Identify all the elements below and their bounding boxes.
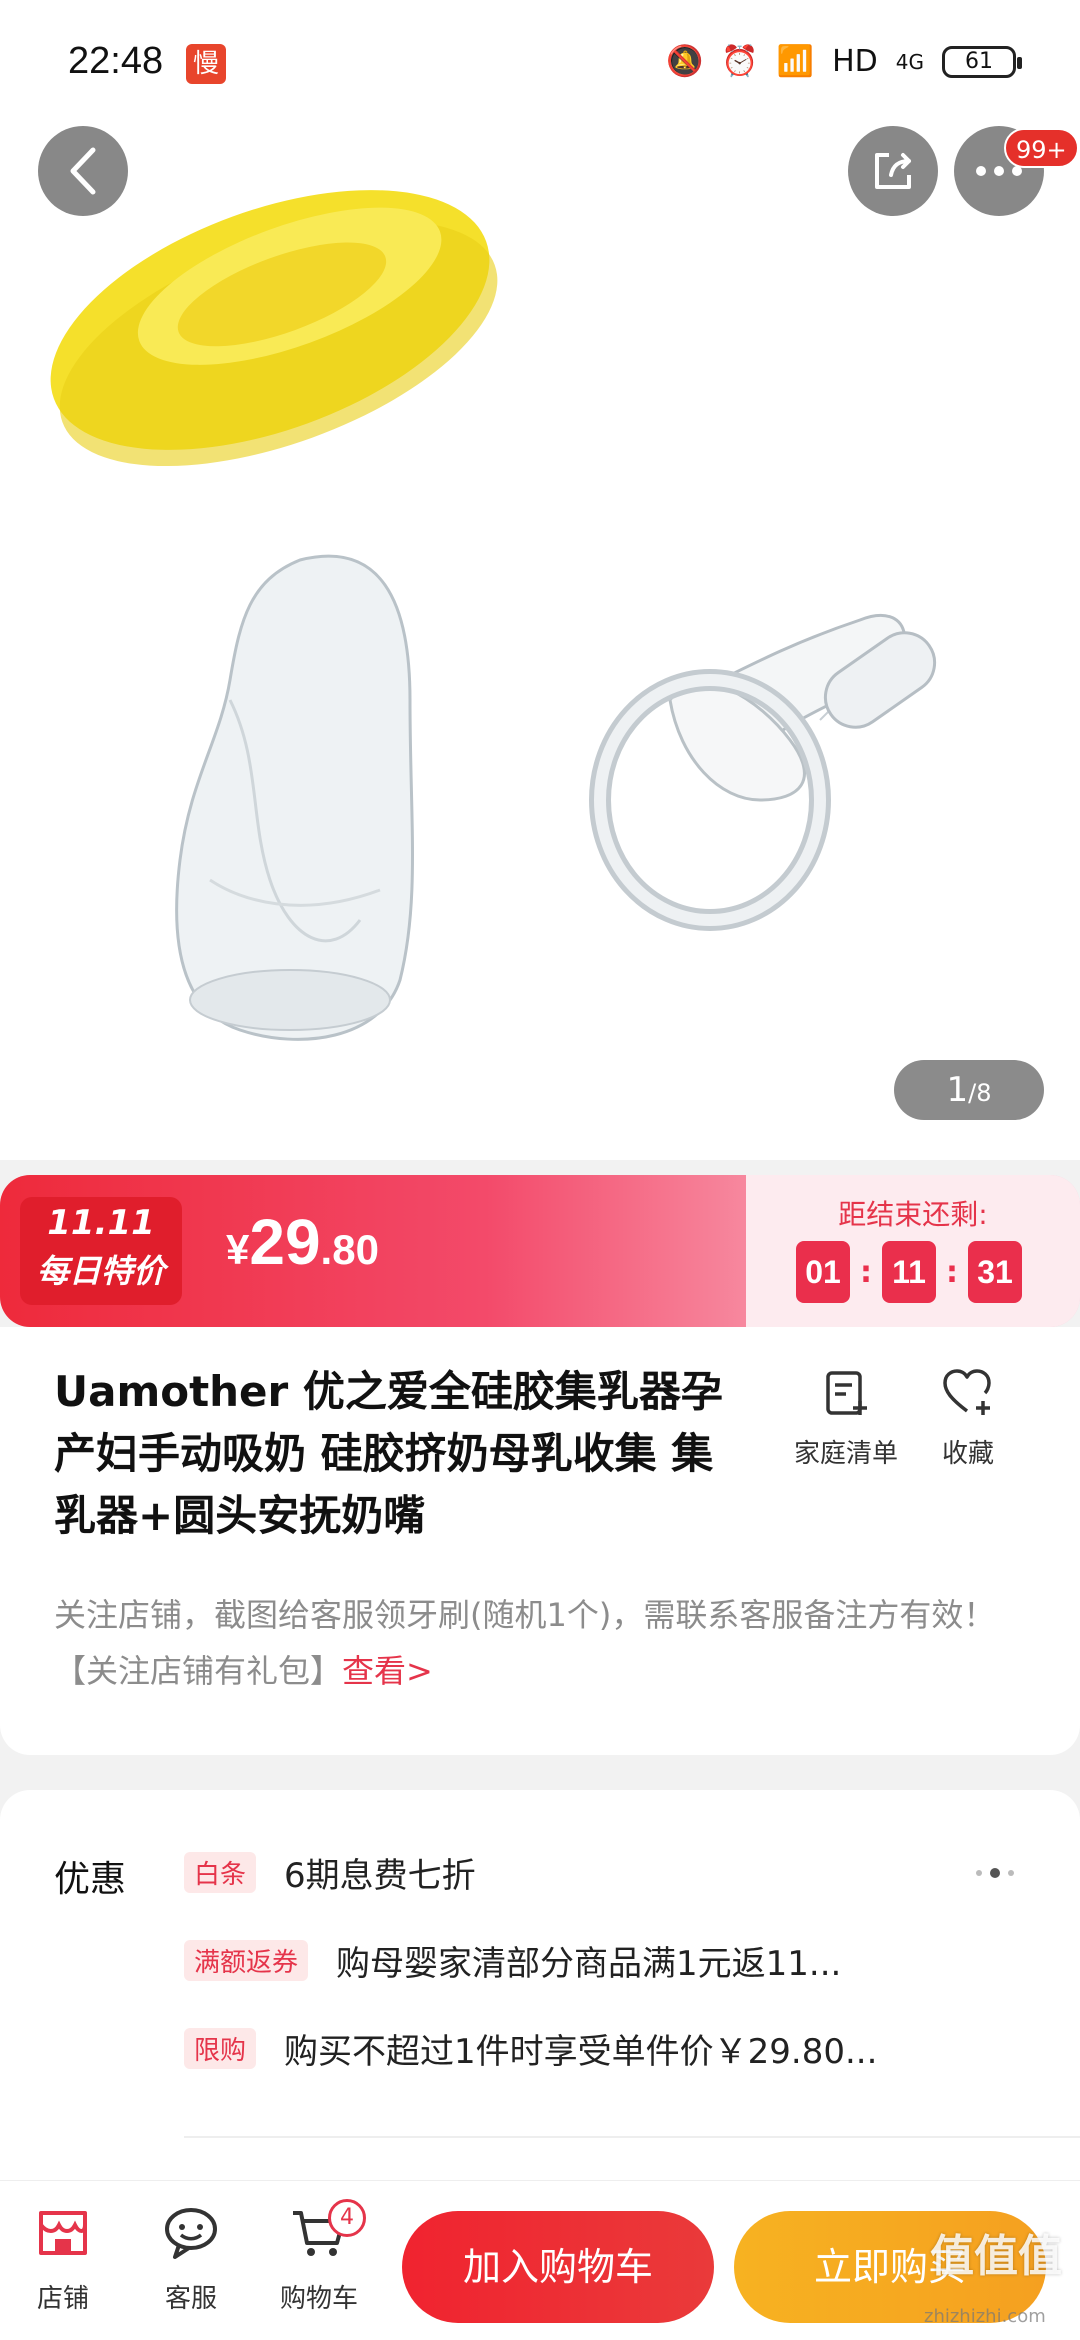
offer-text: 6期息费七折 xyxy=(284,1856,476,1896)
countdown-seconds: 31 xyxy=(968,1241,1022,1303)
message-count-badge: 99+ xyxy=(1004,128,1079,168)
offer-tag: 白条 xyxy=(184,1852,257,1893)
store-button[interactable]: 店铺 xyxy=(8,2205,118,2315)
app-notification-icon: 慢 xyxy=(186,44,226,84)
offers-carousel-dots xyxy=(976,1868,1014,1878)
countdown-label: 距结束还剩: xyxy=(838,1198,988,1231)
countdown-box: 距结束还剩: 01 : 11 : 31 xyxy=(746,1175,1080,1327)
chevron-left-icon xyxy=(70,147,96,195)
store-promo-body: 关注店铺，截图给客服领牙刷(随机1个)，需联系客服备注方有效！【关注店铺有礼包】 xyxy=(54,1596,996,1690)
alarm-icon: ⏰ xyxy=(721,44,759,79)
offer-text: 购买不超过1件时享受单件价￥29.80... xyxy=(284,2032,878,2072)
site-watermark-url: zhizhizhi.com xyxy=(924,2306,1046,2327)
carousel-dot xyxy=(976,1870,982,1876)
status-time: 22:48 xyxy=(68,40,164,82)
cart-label: 购物车 xyxy=(279,2284,358,2314)
countdown-minutes: 11 xyxy=(882,1241,936,1303)
carousel-dot xyxy=(1008,1870,1014,1876)
promo-line1: 11.11 xyxy=(47,1203,155,1243)
product-title: Uamother 优之爱全硅胶集乳器孕产妇手动吸奶 硅胶挤奶母乳收集 集乳器+圆… xyxy=(54,1367,723,1540)
offer-text: 购母婴家清部分商品满1元返11... xyxy=(336,1944,842,1984)
offer-tag: 满额返券 xyxy=(184,1940,309,1981)
heart-plus-icon xyxy=(920,1367,1016,1433)
wifi-icon: 📶 xyxy=(776,44,815,79)
offers-card[interactable]: 优惠 白条 6期息费七折 满额返券 购母婴家清部分商品满1元返11... 限购 … xyxy=(0,1790,1080,2210)
share-button[interactable] xyxy=(848,126,938,216)
family-list-label: 家庭清单 xyxy=(793,1439,898,1469)
back-button[interactable] xyxy=(38,126,128,216)
offer-tag: 限购 xyxy=(184,2028,257,2069)
mute-bell-icon: 🔕 xyxy=(666,44,704,79)
store-label: 店铺 xyxy=(36,2284,89,2314)
cart-button[interactable]: 购物车 4 xyxy=(264,2199,374,2315)
bottom-action-bar: 店铺 客服 购物车 4 加入购物车 立即购买 xyxy=(0,2180,1080,2340)
list-add-icon xyxy=(776,1367,916,1433)
family-list-button[interactable]: 家庭清单 xyxy=(776,1367,916,1470)
price-decimal: .80 xyxy=(320,1226,379,1273)
countdown-timer: 01 : 11 : 31 xyxy=(796,1241,1022,1303)
customer-service-button[interactable]: 客服 xyxy=(136,2205,246,2315)
price-banner: 11.11 每日特价 ¥29.80 距结束还剩: 01 : 11 : 31 xyxy=(0,1175,1080,1327)
countdown-separator: : xyxy=(860,1254,872,1290)
store-promo-text: 关注店铺，截图给客服领牙刷(随机1个)，需联系客服备注方有效！【关注店铺有礼包】… xyxy=(54,1587,1024,1699)
offer-row[interactable]: 白条 6期息费七折 xyxy=(184,1848,844,1897)
product-info-card: Uamother 优之爱全硅胶集乳器孕产妇手动吸奶 硅胶挤奶母乳收集 集乳器+圆… xyxy=(0,1327,1080,1755)
status-icons: 🔕 ⏰ 📶 HD 4G 61 xyxy=(666,44,1022,79)
share-icon xyxy=(875,153,911,189)
page-total: /8 xyxy=(968,1079,992,1107)
favorite-label: 收藏 xyxy=(941,1439,994,1469)
offer-row[interactable]: 满额返券 购母婴家清部分商品满1元返11... xyxy=(184,1936,896,1985)
offer-row[interactable]: 限购 购买不超过1件时享受单件价￥29.80... xyxy=(184,2024,964,2073)
image-page-indicator: 1/8 xyxy=(894,1060,1044,1120)
add-to-cart-button[interactable]: 加入购物车 xyxy=(402,2211,714,2323)
status-bar: 22:48 慢 🔕 ⏰ 📶 HD 4G 61 xyxy=(0,0,1080,130)
signal-label: 4G xyxy=(895,49,924,74)
cart-count-badge: 4 xyxy=(328,2199,366,2237)
offers-label: 优惠 xyxy=(54,1859,127,1900)
daily-deal-logo: 11.11 每日特价 xyxy=(20,1197,182,1305)
carousel-dot-active xyxy=(990,1868,1000,1878)
network-label: HD xyxy=(832,44,878,79)
page-current: 1 xyxy=(946,1070,969,1110)
favorite-button[interactable]: 收藏 xyxy=(920,1367,1016,1470)
countdown-hours: 01 xyxy=(796,1241,850,1303)
store-icon xyxy=(8,2205,118,2278)
promo-line2: 每日特价 xyxy=(36,1252,165,1290)
price-integer: 29 xyxy=(249,1206,321,1278)
chat-bubble-icon xyxy=(136,2205,246,2278)
price-currency: ¥ xyxy=(226,1226,250,1273)
battery-icon: 61 xyxy=(942,45,1022,78)
divider xyxy=(184,2136,1080,2138)
price: ¥29.80 xyxy=(226,1205,379,1279)
service-label: 客服 xyxy=(164,2284,217,2314)
site-watermark: 值值值 xyxy=(930,2231,1062,2282)
countdown-separator: : xyxy=(946,1254,958,1290)
view-promo-link[interactable]: 查看> xyxy=(342,1652,433,1690)
